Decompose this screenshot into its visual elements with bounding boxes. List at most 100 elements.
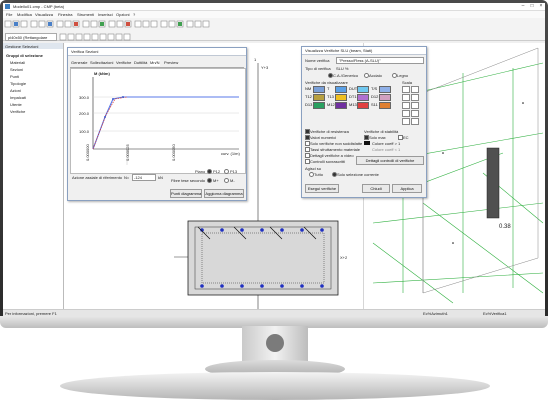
section-label: Verifiche da visualizzare	[305, 80, 348, 85]
menu-file[interactable]: File	[6, 12, 12, 17]
screen: Modello01.cmp - CMP (beta) – □ × File Mo…	[3, 3, 545, 316]
tree-item-verifiche[interactable]: Verifiche	[10, 109, 25, 114]
type-label: Tipo di verifica	[305, 66, 331, 71]
menu-visualizza[interactable]: Visualizza	[35, 12, 53, 17]
axial-value-field[interactable]: -124	[132, 174, 156, 181]
tab-verifiche[interactable]: Verifiche	[116, 60, 131, 66]
axial-value: -124	[134, 175, 143, 180]
minimize-icon[interactable]: –	[519, 3, 527, 10]
tree-item-tipologie[interactable]: Tipologie	[10, 81, 26, 86]
swatch-t12[interactable]: T12	[305, 94, 325, 101]
swatch-color[interactable]	[335, 94, 347, 101]
menu-finestra[interactable]: Finestra	[58, 12, 72, 17]
scale-button[interactable]	[402, 118, 410, 125]
tree-item-impalcati[interactable]: Impalcati	[10, 95, 26, 100]
toolbar-icons-row2[interactable]	[59, 33, 259, 41]
tab-mn[interactable]: Mn/N	[150, 60, 160, 66]
name-label: Nome verifica	[305, 58, 330, 63]
aggiorna-diagramma-button[interactable]: Aggiorna diagramma	[204, 189, 244, 198]
swatch-color[interactable]	[313, 86, 325, 93]
name-select[interactable]: "Presso/Fless (A-SLU)"	[336, 57, 424, 64]
x-tick-2: 0.000050	[171, 144, 176, 161]
swatch-color[interactable]	[313, 102, 325, 109]
swatch-label: D12	[371, 94, 379, 99]
agisci-selezione-label: Solo selezione corrente	[337, 172, 379, 177]
menu-help[interactable]: ?	[133, 12, 135, 17]
menu-opzioni[interactable]: Opzioni	[116, 12, 130, 17]
scale-button[interactable]	[402, 110, 410, 117]
tab-duttilita[interactable]: Duttilità	[134, 60, 147, 66]
tab-generale[interactable]: Generale	[71, 60, 87, 66]
window-title: Modello01.cmp - CMP (beta)	[13, 4, 65, 9]
menu-inserisci[interactable]: Inserisci	[98, 12, 113, 17]
swatch-d12[interactable]: D12	[371, 94, 391, 101]
tree-item-azioni[interactable]: Azioni	[10, 88, 21, 93]
scale-button[interactable]	[411, 110, 419, 117]
swatch-t[interactable]: T	[327, 86, 347, 93]
swatch-color[interactable]	[379, 86, 391, 93]
swatch-m12[interactable]: M12	[327, 102, 347, 109]
mode-acciaio-label: Acciaio	[369, 73, 382, 78]
solo-max-label: Solo max	[369, 135, 386, 140]
mn-chart-panel: M (kNm) curv. (1/m) 300.0 200.0 100.0 0.…	[70, 68, 246, 174]
visualizza-verifiche-title: Visualizza Verifiche SLU (beam, Stati)	[305, 48, 373, 53]
esegui-verifiche-button[interactable]: Esegui verifiche	[305, 184, 339, 193]
tree-item-utente[interactable]: Utente	[10, 102, 22, 107]
swatch-color[interactable]	[379, 94, 391, 101]
swatch-dut[interactable]: DUT	[349, 86, 369, 93]
swatch-color[interactable]	[357, 102, 369, 109]
swatch-label: M12	[327, 102, 335, 107]
scale-button[interactable]	[411, 86, 419, 93]
plane-p13-label: P13	[230, 169, 238, 174]
title-bar: Modello01.cmp - CMP (beta) – □ ×	[3, 3, 545, 11]
tree-item-materiali[interactable]: Materiali	[10, 60, 25, 65]
section-combo[interactable]: pl40x50 (Rettangolare	[5, 33, 57, 41]
close-icon[interactable]: ×	[537, 3, 545, 10]
menu-strumenti[interactable]: Strumenti	[77, 12, 94, 17]
tassi-label: Tassi sfruttamento materiale	[310, 147, 361, 152]
y-tick-300: 300.0	[79, 95, 90, 100]
verification-swatch-grid: NM T DUT T/S T12 T13 DT1 D12 D13 M12 M13 S11	[305, 86, 425, 126]
swatch-label: DT1	[349, 94, 357, 99]
plane-p13-radio[interactable]	[224, 169, 229, 174]
toolbar-icons[interactable]	[3, 19, 545, 33]
maximize-icon[interactable]: □	[528, 3, 536, 10]
colore-coeff-swatch[interactable]	[364, 141, 370, 145]
swatch-m13[interactable]: M13	[349, 102, 369, 109]
dir-mplus-radio[interactable]	[207, 178, 212, 183]
tree-item-sezioni[interactable]: Sezioni	[10, 67, 23, 72]
scale-button[interactable]	[411, 94, 419, 101]
swatch-s11[interactable]: S11	[371, 102, 391, 109]
scale-button[interactable]	[411, 118, 419, 125]
dir-mminus-radio[interactable]	[224, 178, 229, 183]
swatch-t13[interactable]: T13	[327, 94, 347, 101]
scale-button[interactable]	[402, 102, 410, 109]
chiudi-button[interactable]: Chiudi	[362, 184, 390, 193]
swatch-dt1[interactable]: DT1	[349, 94, 369, 101]
swatch-nm[interactable]: NM	[305, 86, 325, 93]
type-value: SLU %	[336, 66, 349, 71]
menu-modifica[interactable]: Modifica	[17, 12, 32, 17]
swatch-color[interactable]	[357, 94, 369, 101]
tree-root[interactable]: Gruppi di selezione	[6, 53, 43, 58]
tab-preview[interactable]: Preview	[164, 60, 178, 66]
swatch-color[interactable]	[379, 102, 391, 109]
plane-p12-radio[interactable]	[207, 169, 212, 174]
swatch-color[interactable]	[313, 94, 325, 101]
tab-sollecitazioni[interactable]: Sollecitazioni	[90, 60, 113, 66]
dettagli-controlli-button[interactable]: Dettagli controlli di verifiche	[356, 156, 424, 165]
axial-var: N=	[124, 175, 130, 180]
scale-button[interactable]	[402, 94, 410, 101]
swatch-color[interactable]	[335, 86, 347, 93]
scale-button[interactable]	[402, 86, 410, 93]
controlli-label: Controlli sovrascritti	[310, 159, 345, 164]
applica-button[interactable]: Applica	[392, 184, 422, 193]
menu-bar: File Modifica Visualizza Finestra Strume…	[3, 11, 545, 18]
swatch-d13[interactable]: D13	[305, 102, 325, 109]
scale-button[interactable]	[411, 102, 419, 109]
swatch-ts[interactable]: T/S	[371, 86, 391, 93]
tree-item-punti[interactable]: Punti	[10, 74, 19, 79]
punti-diagramma-button[interactable]: Punti diagramma	[170, 189, 202, 198]
swatch-color[interactable]	[357, 86, 369, 93]
swatch-color[interactable]	[335, 102, 347, 109]
